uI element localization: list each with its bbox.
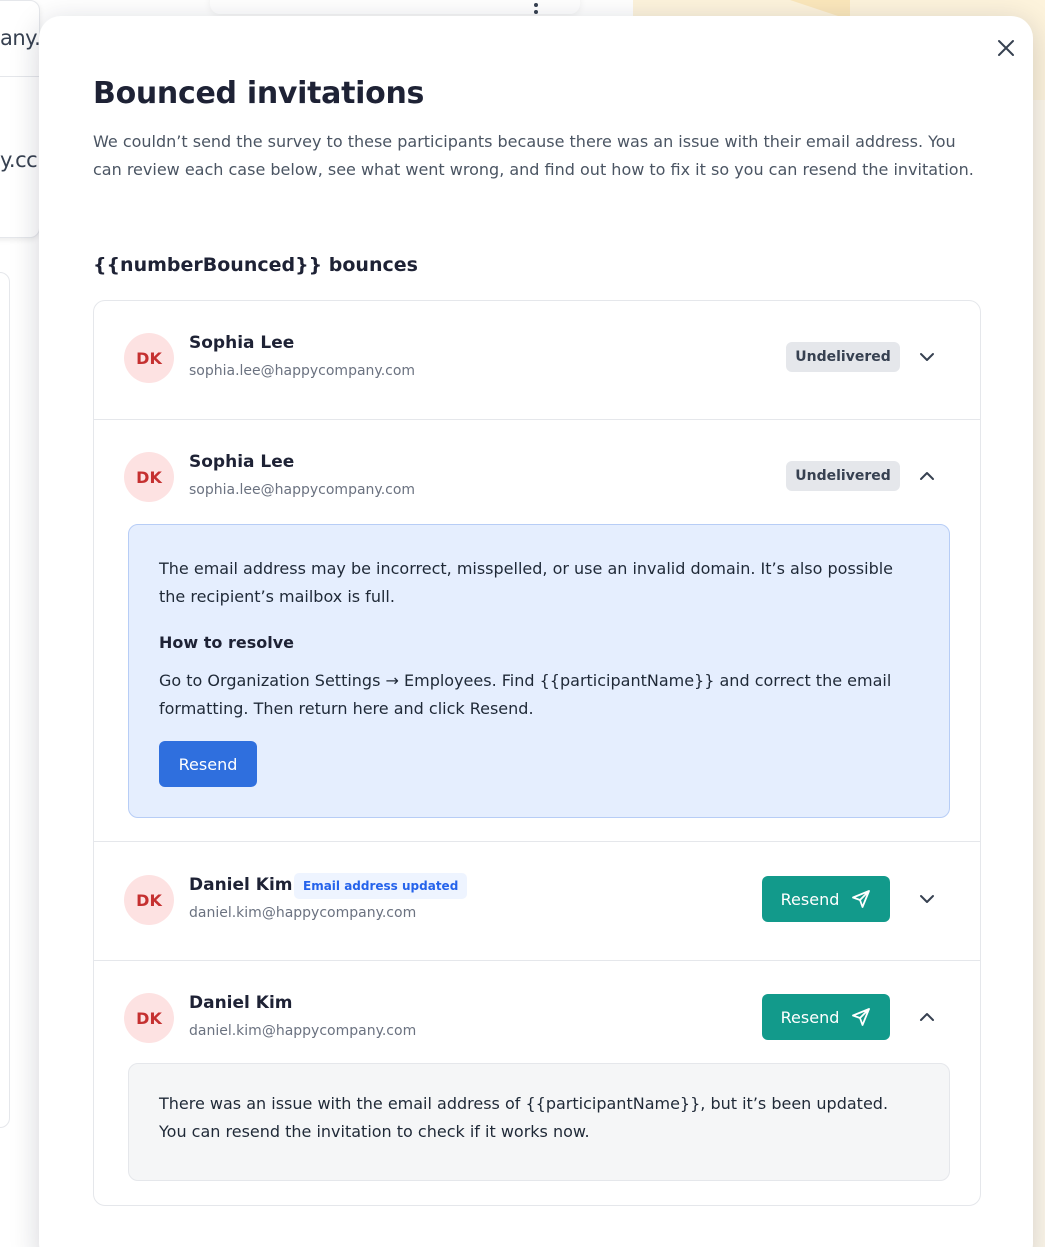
bounce-list: DK Sophia Lee sophia.lee@happycompany.co… (93, 300, 981, 1206)
resend-label: Resend (780, 889, 840, 909)
avatar: DK (124, 993, 174, 1043)
participant-email: sophia.lee@happycompany.com (189, 363, 416, 379)
resolve-heading: How to resolve (159, 633, 294, 652)
avatar: DK (124, 875, 174, 925)
participant-name: Daniel Kim (189, 875, 293, 895)
error-reason: The email address may be incorrect, miss… (159, 559, 894, 606)
status-badge: Undelivered (786, 461, 900, 491)
update-info-panel: There was an issue with the email addres… (128, 1063, 950, 1181)
resend-label: Resend (780, 1007, 840, 1027)
chevron-down-icon (920, 895, 934, 903)
participant-email: daniel.kim@happycompany.com (189, 1023, 417, 1039)
avatar: DK (124, 452, 174, 502)
bounce-row[interactable]: DK Sophia Lee sophia.lee@happycompany.co… (94, 301, 980, 420)
background-card-top (210, 0, 580, 14)
bounce-row[interactable]: DK Daniel Kim Email address updated dani… (94, 842, 980, 961)
participant-name: Daniel Kim (189, 993, 293, 1013)
send-icon (852, 890, 871, 908)
modal-title: Bounced invitations (93, 76, 425, 111)
participant-name: Sophia Lee (189, 333, 295, 353)
close-button[interactable] (994, 36, 1018, 60)
status-badge: Undelivered (786, 342, 900, 372)
chevron-up-icon (920, 1013, 934, 1021)
expand-button[interactable] (915, 887, 939, 911)
participant-name: Sophia Lee (189, 452, 295, 472)
bounce-row[interactable]: DK Sophia Lee sophia.lee@happycompany.co… (94, 420, 980, 842)
resend-button[interactable]: Resend (762, 994, 890, 1040)
resend-button[interactable]: Resend (762, 876, 890, 922)
resend-button[interactable]: Resend (159, 741, 257, 787)
collapse-button[interactable] (915, 1005, 939, 1029)
email-updated-tag: Email address updated (294, 873, 468, 899)
modal-description: We couldn’t send the survey to these par… (93, 132, 974, 179)
bounce-row[interactable]: DK Daniel Kim daniel.kim@happycompany.co… (94, 961, 980, 1205)
collapse-button[interactable] (915, 464, 939, 488)
bounces-heading: {{numberBounced}} bounces (93, 254, 418, 276)
background-text: y.cc (0, 148, 38, 172)
chevron-up-icon (920, 472, 934, 480)
send-icon (852, 1008, 871, 1026)
error-details-panel: The email address may be incorrect, miss… (128, 524, 950, 818)
update-message: There was an issue with the email addres… (159, 1094, 889, 1141)
bounced-invitations-modal: Bounced invitations We couldn’t send the… (39, 16, 1033, 1247)
expand-button[interactable] (915, 345, 939, 369)
background-card-left-lower (0, 272, 10, 1128)
avatar: DK (124, 333, 174, 383)
participant-email: sophia.lee@happycompany.com (189, 482, 416, 498)
resolve-instructions: Go to Organization Settings → Employees.… (159, 671, 892, 718)
participant-email: daniel.kim@happycompany.com (189, 905, 417, 921)
chevron-down-icon (920, 353, 934, 361)
close-icon (998, 40, 1014, 56)
